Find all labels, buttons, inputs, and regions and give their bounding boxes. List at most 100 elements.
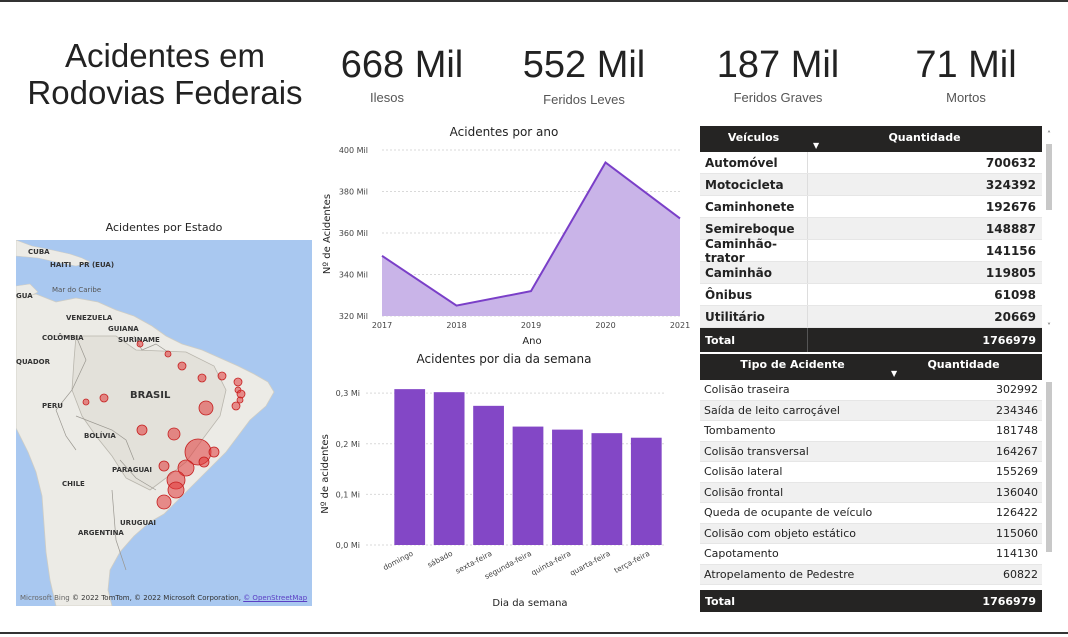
state-bubble[interactable]: [136, 340, 144, 348]
data-point[interactable]: [379, 253, 385, 259]
x-tick-label: sábado: [426, 549, 455, 570]
map-label: CHILE: [62, 480, 85, 488]
table-row[interactable]: Colisão com objeto estático 115060: [700, 523, 1042, 544]
chart-title: Acidentes por dia da semana: [417, 352, 592, 366]
column-header-quantidade[interactable]: Quantidade ▼: [807, 126, 1042, 152]
state-bubble[interactable]: [208, 446, 220, 458]
state-bubble[interactable]: [136, 424, 148, 436]
area-chart[interactable]: Acidentes por ano Nº de Acidentes Ano 32…: [318, 120, 690, 346]
table-row[interactable]: Tombamento 181748: [700, 421, 1042, 442]
bar[interactable]: [630, 437, 662, 545]
table-row[interactable]: Saída de leito carroçável 234346: [700, 400, 1042, 421]
bar[interactable]: [473, 405, 504, 545]
state-bubble[interactable]: [177, 361, 187, 371]
state-bubble[interactable]: [167, 427, 181, 441]
vehicle-name: Caminhão-trator: [705, 236, 777, 265]
accident-type-name: Colisão traseira: [704, 383, 790, 397]
vehicles-scrollbar[interactable]: ˄ ˅: [1044, 126, 1054, 346]
sort-desc-icon[interactable]: ▼: [891, 369, 897, 378]
bar[interactable]: [552, 429, 583, 545]
state-bubble[interactable]: [167, 481, 185, 499]
map-canvas[interactable]: CUBA HAITI PR (EUA) GUA Mar do Caribe VE…: [16, 240, 312, 606]
table-row[interactable]: Atropelamento de Pedestre 60822: [700, 564, 1042, 585]
sort-desc-icon[interactable]: ▼: [813, 141, 819, 150]
vehicle-quantity: 141156: [807, 240, 1042, 261]
table-row[interactable]: Capotamento 114130: [700, 544, 1042, 565]
table-row[interactable]: Colisão lateral 155269: [700, 462, 1042, 483]
scrollbar-thumb[interactable]: [1046, 144, 1052, 210]
kpi-card-ilesos[interactable]: 668 Mil Ilesos: [302, 46, 502, 105]
table-row[interactable]: Caminhão 119805: [700, 262, 1042, 284]
state-bubble[interactable]: [198, 400, 214, 416]
data-point[interactable]: [603, 159, 609, 165]
column-header-quantidade[interactable]: Quantidade ▼: [885, 354, 1042, 380]
y-tick-label: 340 Mil: [339, 271, 368, 280]
openstreetmap-link[interactable]: © OpenStreetMap: [243, 594, 307, 602]
accident-type-table[interactable]: Tipo de Acidente Quantidade ▼ Colisão tr…: [700, 354, 1042, 612]
table-row[interactable]: Caminhão-trator 141156: [700, 236, 1042, 265]
table-row[interactable]: Colisão transversal 164267: [700, 441, 1042, 462]
kpi-card-feridos-graves[interactable]: 187 Mil Feridos Graves: [678, 46, 878, 105]
accident-type-name: Colisão frontal: [704, 485, 784, 499]
kpi-card-mortos[interactable]: 71 Mil Mortos: [866, 46, 1066, 105]
vehicle-quantity: 20669: [807, 306, 1042, 327]
bar[interactable]: [433, 392, 465, 545]
data-point[interactable]: [528, 288, 534, 294]
map-label: BOLÍVIA: [84, 431, 116, 440]
map-label: ARGENTINA: [78, 529, 124, 537]
vehicle-quantity: 700632: [807, 152, 1042, 173]
map-visual[interactable]: CUBA HAITI PR (EUA) GUA Mar do Caribe VE…: [16, 240, 312, 606]
table-row[interactable]: Colisão frontal 136040: [700, 482, 1042, 503]
vehicle-name: Motocicleta: [705, 177, 784, 192]
column-header-tipo[interactable]: Tipo de Acidente: [700, 354, 885, 380]
table-row[interactable]: Colisão traseira 302992: [700, 380, 1042, 401]
vehicle-name: Automóvel: [705, 155, 778, 170]
state-bubble[interactable]: [217, 371, 227, 381]
scroll-up-icon[interactable]: ˄: [1044, 130, 1054, 139]
state-bubble[interactable]: [198, 456, 210, 468]
bar[interactable]: [591, 433, 623, 545]
table-row[interactable]: Automóvel 700632: [700, 152, 1042, 174]
map-label: COLÔMBIA: [42, 333, 84, 342]
data-point[interactable]: [677, 215, 683, 221]
y-tick-label: 400 Mil: [339, 146, 368, 155]
table-row[interactable]: Caminhonete 192676: [700, 196, 1042, 218]
data-point[interactable]: [454, 303, 460, 309]
table-header: Veículos Quantidade ▼: [700, 126, 1042, 152]
total-label: Total: [705, 594, 736, 608]
accident-type-scrollbar[interactable]: [1044, 354, 1054, 604]
total-value: 1766979: [807, 328, 1042, 352]
y-axis-label: Nº de acidentes: [320, 434, 331, 514]
state-bubble[interactable]: [156, 494, 172, 510]
x-tick-label: 2019: [521, 321, 541, 330]
kpi-card-feridos-leves[interactable]: 552 Mil Feridos Leves: [484, 46, 684, 107]
bars[interactable]: [394, 389, 662, 545]
top-border: [0, 0, 1068, 2]
bar-chart[interactable]: Acidentes por dia da semana Nº de aciden…: [318, 348, 690, 614]
state-bubble[interactable]: [164, 350, 172, 358]
vehicles-table[interactable]: Veículos Quantidade ▼ Automóvel 700632 Mot…: [700, 126, 1042, 352]
accident-type-quantity: 136040: [996, 485, 1038, 499]
table-row[interactable]: Utilitário 20669: [700, 306, 1042, 328]
state-bubble[interactable]: [82, 398, 90, 406]
bar[interactable]: [394, 389, 426, 545]
scrollbar-thumb[interactable]: [1046, 382, 1052, 552]
accident-type-quantity: 60822: [1003, 567, 1038, 581]
state-bubble[interactable]: [158, 460, 170, 472]
table-row[interactable]: Queda de ocupante de veículo 126422: [700, 503, 1042, 524]
map-label: PARAGUAI: [112, 466, 152, 474]
kpi-label: Feridos Leves: [543, 92, 625, 107]
table-row[interactable]: Ônibus 61098: [700, 284, 1042, 306]
state-bubble[interactable]: [231, 401, 241, 411]
scroll-down-icon[interactable]: ˅: [1044, 322, 1054, 331]
y-tick-label: 0,0 Mi: [336, 541, 360, 550]
table-total-row: Total 1766979: [700, 590, 1042, 612]
column-header-veiculos[interactable]: Veículos: [700, 126, 807, 152]
kpi-value: 552 Mil: [522, 44, 646, 86]
table-row[interactable]: Motocicleta 324392: [700, 174, 1042, 196]
state-bubble[interactable]: [233, 377, 243, 387]
bar[interactable]: [512, 426, 544, 545]
state-bubble[interactable]: [197, 373, 207, 383]
vehicle-quantity: 148887: [807, 218, 1042, 239]
state-bubble[interactable]: [99, 393, 109, 403]
